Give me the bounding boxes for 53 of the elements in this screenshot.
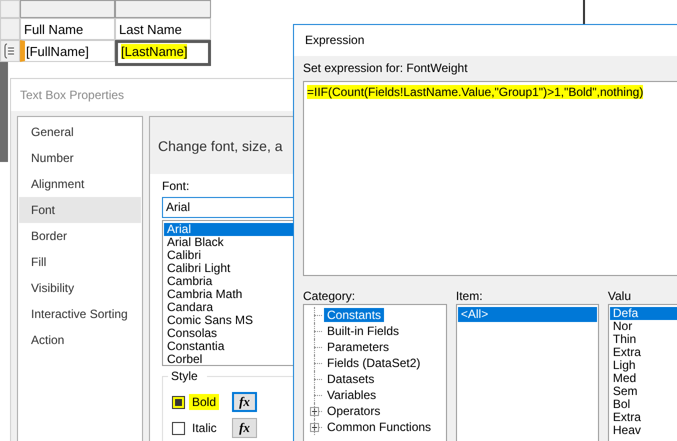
column-handle[interactable] — [115, 0, 211, 18]
nav-item[interactable]: General — [19, 119, 141, 145]
prompt-label: Set expression for: FontWeight — [303, 60, 469, 76]
list-item[interactable]: Med — [610, 372, 677, 385]
tree-item[interactable]: Fields (DataSet2) — [310, 356, 424, 370]
list-item[interactable]: Bol — [610, 398, 677, 411]
list-item[interactable]: Thin — [610, 333, 677, 346]
list-item[interactable]: Sem — [610, 385, 677, 398]
list-item[interactable]: Defa — [610, 307, 677, 320]
field-label: Font: — [162, 179, 190, 193]
column-header[interactable]: Last Name — [115, 18, 211, 40]
expand-icon[interactable] — [310, 406, 319, 416]
group-label: Style — [168, 369, 207, 383]
section-heading: Change font, size, a — [158, 138, 283, 154]
tree-item[interactable]: Built-in Fields — [310, 324, 402, 338]
nav-item[interactable]: Fill — [19, 249, 141, 275]
list-item[interactable]: Heav — [610, 424, 677, 437]
expression-field[interactable]: =IIF(Count(Fields!LastName.Value,"Group1")>1,"Bold",nothing) — [303, 81, 677, 276]
field-label: Category: — [303, 289, 356, 303]
tree-item[interactable]: Common Functions — [310, 420, 434, 434]
tree-item[interactable]: Parameters — [310, 340, 392, 354]
checkbox-label[interactable]: Bold — [189, 394, 220, 410]
nav-item[interactable]: Font — [19, 197, 141, 223]
checkbox[interactable] — [172, 396, 185, 408]
nav-item[interactable]: Border — [19, 223, 141, 249]
field-label: Item: — [456, 289, 484, 303]
list-item[interactable]: <All> — [458, 307, 597, 322]
nav-item[interactable]: Number — [19, 145, 141, 171]
list-item[interactable]: Extra — [610, 411, 677, 424]
table-cell[interactable]: [FullName] — [20, 40, 115, 62]
checkbox-label[interactable]: Italic — [189, 420, 220, 436]
row-handle-icon[interactable] — [4, 43, 16, 59]
list-item[interactable]: Ligh — [610, 359, 677, 372]
expression-button[interactable]: fx — [232, 392, 257, 412]
list-item[interactable]: Nor — [610, 320, 677, 333]
expand-icon[interactable] — [310, 422, 319, 432]
nav-item[interactable]: Visibility — [19, 275, 141, 301]
field-label: Valu — [608, 289, 632, 303]
column-handle[interactable] — [20, 0, 115, 18]
tree-item[interactable]: Operators — [310, 404, 384, 418]
row-handle[interactable] — [0, 18, 20, 40]
tree-item[interactable]: Datasets — [310, 372, 378, 386]
nav-item[interactable]: Alignment — [19, 171, 141, 197]
list-item[interactable]: Extra — [610, 346, 677, 359]
corner-handle[interactable] — [0, 0, 20, 18]
nav-item[interactable]: Action — [19, 327, 141, 353]
checkbox[interactable] — [172, 422, 185, 434]
tree-item[interactable]: Variables — [310, 388, 380, 402]
expression-button[interactable]: fx — [232, 418, 257, 438]
column-header[interactable]: Full Name — [20, 18, 115, 40]
table-cell[interactable]: [LastName] — [115, 40, 211, 66]
window-title: Expression — [294, 25, 677, 56]
nav-item[interactable]: Interactive Sorting — [19, 301, 141, 327]
